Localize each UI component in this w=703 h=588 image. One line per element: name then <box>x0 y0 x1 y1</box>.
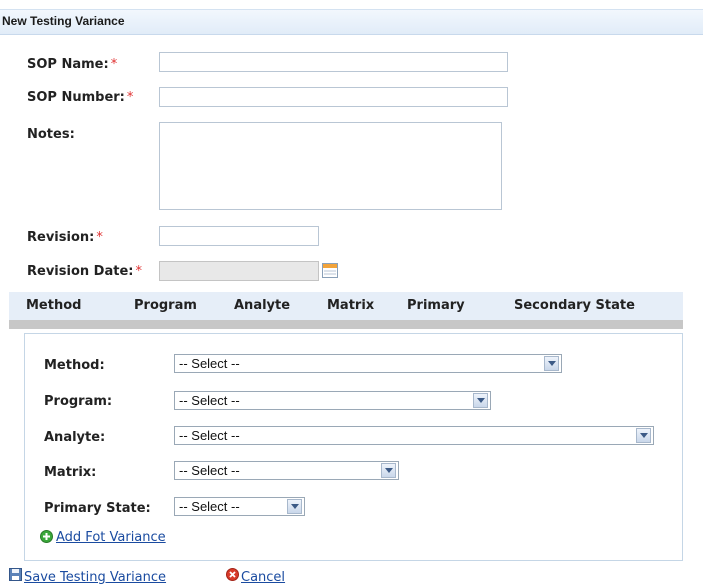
chevron-down-icon <box>544 356 559 371</box>
save-testing-variance-link[interactable]: Save Testing Variance <box>24 570 166 585</box>
program-select[interactable]: -- Select -- <box>174 391 491 410</box>
chevron-down-icon <box>287 499 302 514</box>
column-primary: Primary <box>407 298 465 313</box>
chevron-down-icon <box>473 393 488 408</box>
analyte-label: Analyte: <box>44 430 106 445</box>
revision-label: Revision: * <box>27 230 103 245</box>
column-method: Method <box>26 298 82 313</box>
sop-name-label: SOP Name: * <box>27 57 118 72</box>
window-title-bar: New Testing Variance <box>0 9 703 35</box>
chevron-down-icon <box>636 428 651 443</box>
save-disk-icon[interactable] <box>9 568 22 585</box>
matrix-select[interactable]: -- Select -- <box>174 461 399 480</box>
chevron-down-icon <box>381 463 396 478</box>
primary-state-select[interactable]: -- Select -- <box>174 497 305 516</box>
program-label: Program: <box>44 394 113 409</box>
column-program: Program <box>134 298 197 313</box>
revision-input[interactable] <box>159 226 319 246</box>
cancel-icon[interactable] <box>226 568 239 585</box>
cancel-link[interactable]: Cancel <box>241 570 285 585</box>
grid-empty-bar <box>9 320 683 329</box>
variance-grid-header: Method Program Analyte Matrix Primary Se… <box>9 292 683 321</box>
method-label: Method: <box>44 358 105 373</box>
primary-state-label: Primary State: <box>44 501 151 516</box>
calendar-icon[interactable] <box>322 263 338 278</box>
matrix-label: Matrix: <box>44 465 97 480</box>
analyte-select[interactable]: -- Select -- <box>174 426 654 445</box>
column-matrix: Matrix <box>327 298 375 313</box>
column-secondary-state: Secondary State <box>514 298 635 313</box>
sop-number-label: SOP Number: * <box>27 90 134 105</box>
column-analyte: Analyte <box>234 298 291 313</box>
add-circle-icon[interactable] <box>40 530 53 547</box>
notes-label: Notes: <box>27 127 75 142</box>
revision-date-input <box>159 261 319 281</box>
page-title: New Testing Variance <box>2 14 125 28</box>
add-variance-link[interactable]: Add Fot Variance <box>56 530 166 545</box>
sop-number-input[interactable] <box>159 87 508 107</box>
sop-name-input[interactable] <box>159 52 508 72</box>
revision-date-label: Revision Date: * <box>27 264 142 279</box>
method-select[interactable]: -- Select -- <box>174 354 562 373</box>
notes-textarea[interactable] <box>159 122 502 210</box>
